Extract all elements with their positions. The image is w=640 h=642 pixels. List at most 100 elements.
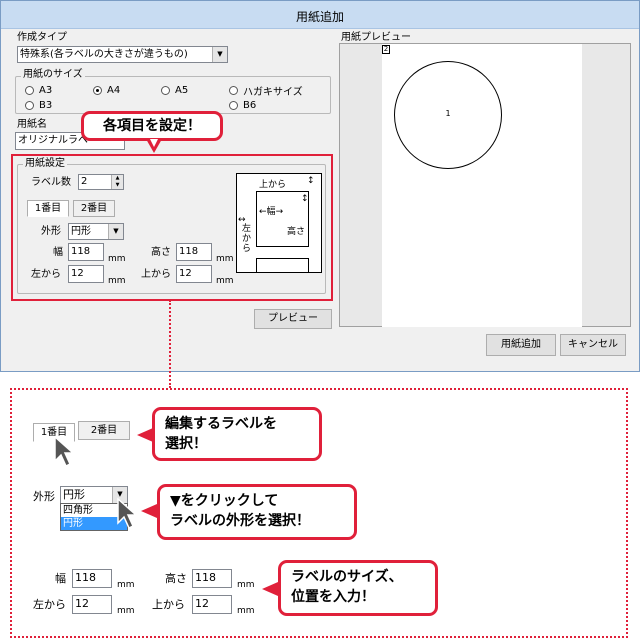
- title-bar: 用紙追加: [1, 1, 639, 29]
- mouse-pointer-icon: [54, 435, 75, 468]
- callout-select-shape: ▼をクリックして ラベルの外形を選択！: [157, 484, 357, 540]
- shape-select[interactable]: 円形 ▼: [68, 223, 124, 240]
- creation-type-value: 特殊系(各ラベルの大きさが違うもの): [20, 49, 188, 60]
- callout-pointer: [141, 504, 157, 518]
- paper-size-label: 用紙のサイズ: [21, 69, 85, 81]
- preview-page: 2 1: [382, 44, 582, 327]
- left-offset-input[interactable]: 12: [68, 265, 104, 283]
- callout-select-shape-line2: ラベルの外形を選択！: [170, 513, 310, 529]
- left-offset-label: 左から: [31, 269, 61, 280]
- diagram-top-label: 上から: [259, 180, 287, 190]
- diagram-left-label: 左から: [242, 224, 252, 254]
- callout-select-label-line2: 選択！: [165, 436, 207, 452]
- top-offset-label: 上から: [141, 269, 171, 280]
- zoom-height-label: 高さ: [165, 572, 187, 585]
- radio-a4-label: A4: [107, 84, 121, 96]
- top-offset-unit: mm: [216, 276, 234, 286]
- callout-enter-size: ラベルのサイズ、 位置を入力！: [278, 560, 438, 616]
- height-label: 高さ: [151, 247, 171, 258]
- chevron-down-icon[interactable]: ▼: [212, 47, 227, 62]
- tab-label-1[interactable]: 1番目: [27, 200, 69, 217]
- height-unit: mm: [216, 254, 234, 264]
- paper-add-dialog: 用紙追加 作成タイプ 特殊系(各ラベルの大きさが違うもの) ▼ 用紙のサイズ A…: [0, 0, 640, 372]
- radio-a3[interactable]: A3: [25, 84, 52, 96]
- zoom-top-label: 上から: [152, 598, 185, 611]
- spin-up-icon[interactable]: ▲: [112, 175, 123, 182]
- arrow-updown-icon: ↕: [307, 176, 315, 186]
- radio-b6[interactable]: B6: [229, 99, 256, 111]
- width-input[interactable]: 118: [68, 243, 104, 261]
- radio-circle-icon: [229, 100, 238, 110]
- radio-circle-icon: [229, 85, 238, 95]
- callout-enter-size-line1: ラベルのサイズ、: [291, 569, 403, 585]
- zoom-top-unit: mm: [237, 606, 255, 616]
- preview-circle-number: 1: [445, 109, 451, 118]
- radio-selected-icon: [93, 85, 102, 95]
- callout-select-shape-line1: ▼をクリックして: [170, 493, 279, 509]
- label-count-input[interactable]: 2 ▲ ▼: [78, 174, 124, 190]
- radio-b3-label: B3: [39, 99, 53, 111]
- spin-down-icon[interactable]: ▼: [112, 182, 123, 189]
- preview-circle-label: 1: [394, 61, 502, 169]
- callout-enter-size-line2: 位置を入力！: [291, 589, 375, 605]
- radio-a3-label: A3: [39, 84, 53, 96]
- zoom-width-input[interactable]: 118: [72, 569, 112, 588]
- callout-pointer: [262, 582, 278, 596]
- radio-postcard-label: ハガキサイズ: [243, 86, 303, 98]
- radio-a5[interactable]: A5: [161, 84, 188, 96]
- zoom-height-unit: mm: [237, 580, 255, 590]
- paper-preview-panel: 2 1: [339, 43, 631, 327]
- zoom-width-unit: mm: [117, 580, 135, 590]
- arrow-updown-icon: ↕: [301, 194, 309, 204]
- label-settings-label: 用紙設定: [23, 158, 67, 170]
- callout-pointer: [137, 428, 153, 442]
- diagram-next-rect: [256, 258, 309, 272]
- zoom-tab-label-2[interactable]: 2番目: [78, 421, 130, 440]
- diagram-height-label: 高さ: [287, 227, 306, 237]
- creation-type-select[interactable]: 特殊系(各ラベルの大きさが違うもの) ▼: [17, 46, 228, 63]
- height-input[interactable]: 118: [176, 243, 212, 261]
- shape-value: 円形: [71, 226, 91, 237]
- label-count-label: ラベル数: [31, 177, 71, 188]
- radio-postcard[interactable]: ハガキサイズ: [229, 84, 303, 98]
- diagram-width-arrow: ←幅→: [259, 207, 284, 217]
- zoom-top-input[interactable]: 12: [192, 595, 232, 614]
- page-number-badge: 2: [382, 45, 390, 54]
- zoom-left-unit: mm: [117, 606, 135, 616]
- top-offset-input[interactable]: 12: [176, 265, 212, 283]
- tab-label-2[interactable]: 2番目: [73, 200, 115, 217]
- left-offset-unit: mm: [108, 276, 126, 286]
- callout-set-items: 各項目を設定！: [81, 111, 223, 141]
- radio-b6-label: B6: [243, 99, 257, 111]
- zoom-height-input[interactable]: 118: [192, 569, 232, 588]
- radio-circle-icon: [25, 100, 34, 110]
- radio-b3[interactable]: B3: [25, 99, 52, 111]
- paper-name-label: 用紙名: [17, 119, 47, 130]
- mouse-pointer-icon: [117, 497, 138, 530]
- width-label: 幅: [53, 247, 63, 258]
- radio-circle-icon: [25, 85, 34, 95]
- chevron-down-icon[interactable]: ▼: [108, 224, 123, 239]
- creation-type-label: 作成タイプ: [17, 32, 67, 43]
- radio-a5-label: A5: [175, 84, 189, 96]
- radio-circle-icon: [161, 85, 170, 95]
- zoom-shape-label: 外形: [33, 490, 55, 503]
- dialog-title: 用紙追加: [295, 10, 344, 24]
- zoom-shape-value: 円形: [63, 488, 85, 501]
- label-count-spinner[interactable]: ▲ ▼: [111, 175, 123, 189]
- radio-a4[interactable]: A4: [93, 84, 120, 96]
- cancel-button[interactable]: キャンセル: [560, 334, 626, 356]
- label-position-diagram: 上から ↕ ←幅→ 高さ ↕ ↔ 左から: [236, 173, 322, 273]
- diagram-label-rect: ←幅→ 高さ ↕: [256, 191, 309, 247]
- callout-pointer-inner: [150, 139, 158, 147]
- zoom-left-input[interactable]: 12: [72, 595, 112, 614]
- connector-line: [169, 300, 171, 388]
- add-paper-button[interactable]: 用紙追加: [486, 334, 556, 356]
- label-count-value: 2: [81, 176, 88, 187]
- callout-select-label: 編集するラベルを 選択！: [152, 407, 322, 461]
- shape-label: 外形: [41, 226, 61, 237]
- preview-button[interactable]: プレビュー: [254, 309, 332, 329]
- zoom-left-label: 左から: [33, 598, 66, 611]
- callout-select-label-line1: 編集するラベルを: [165, 416, 277, 432]
- zoom-width-label: 幅: [55, 572, 66, 585]
